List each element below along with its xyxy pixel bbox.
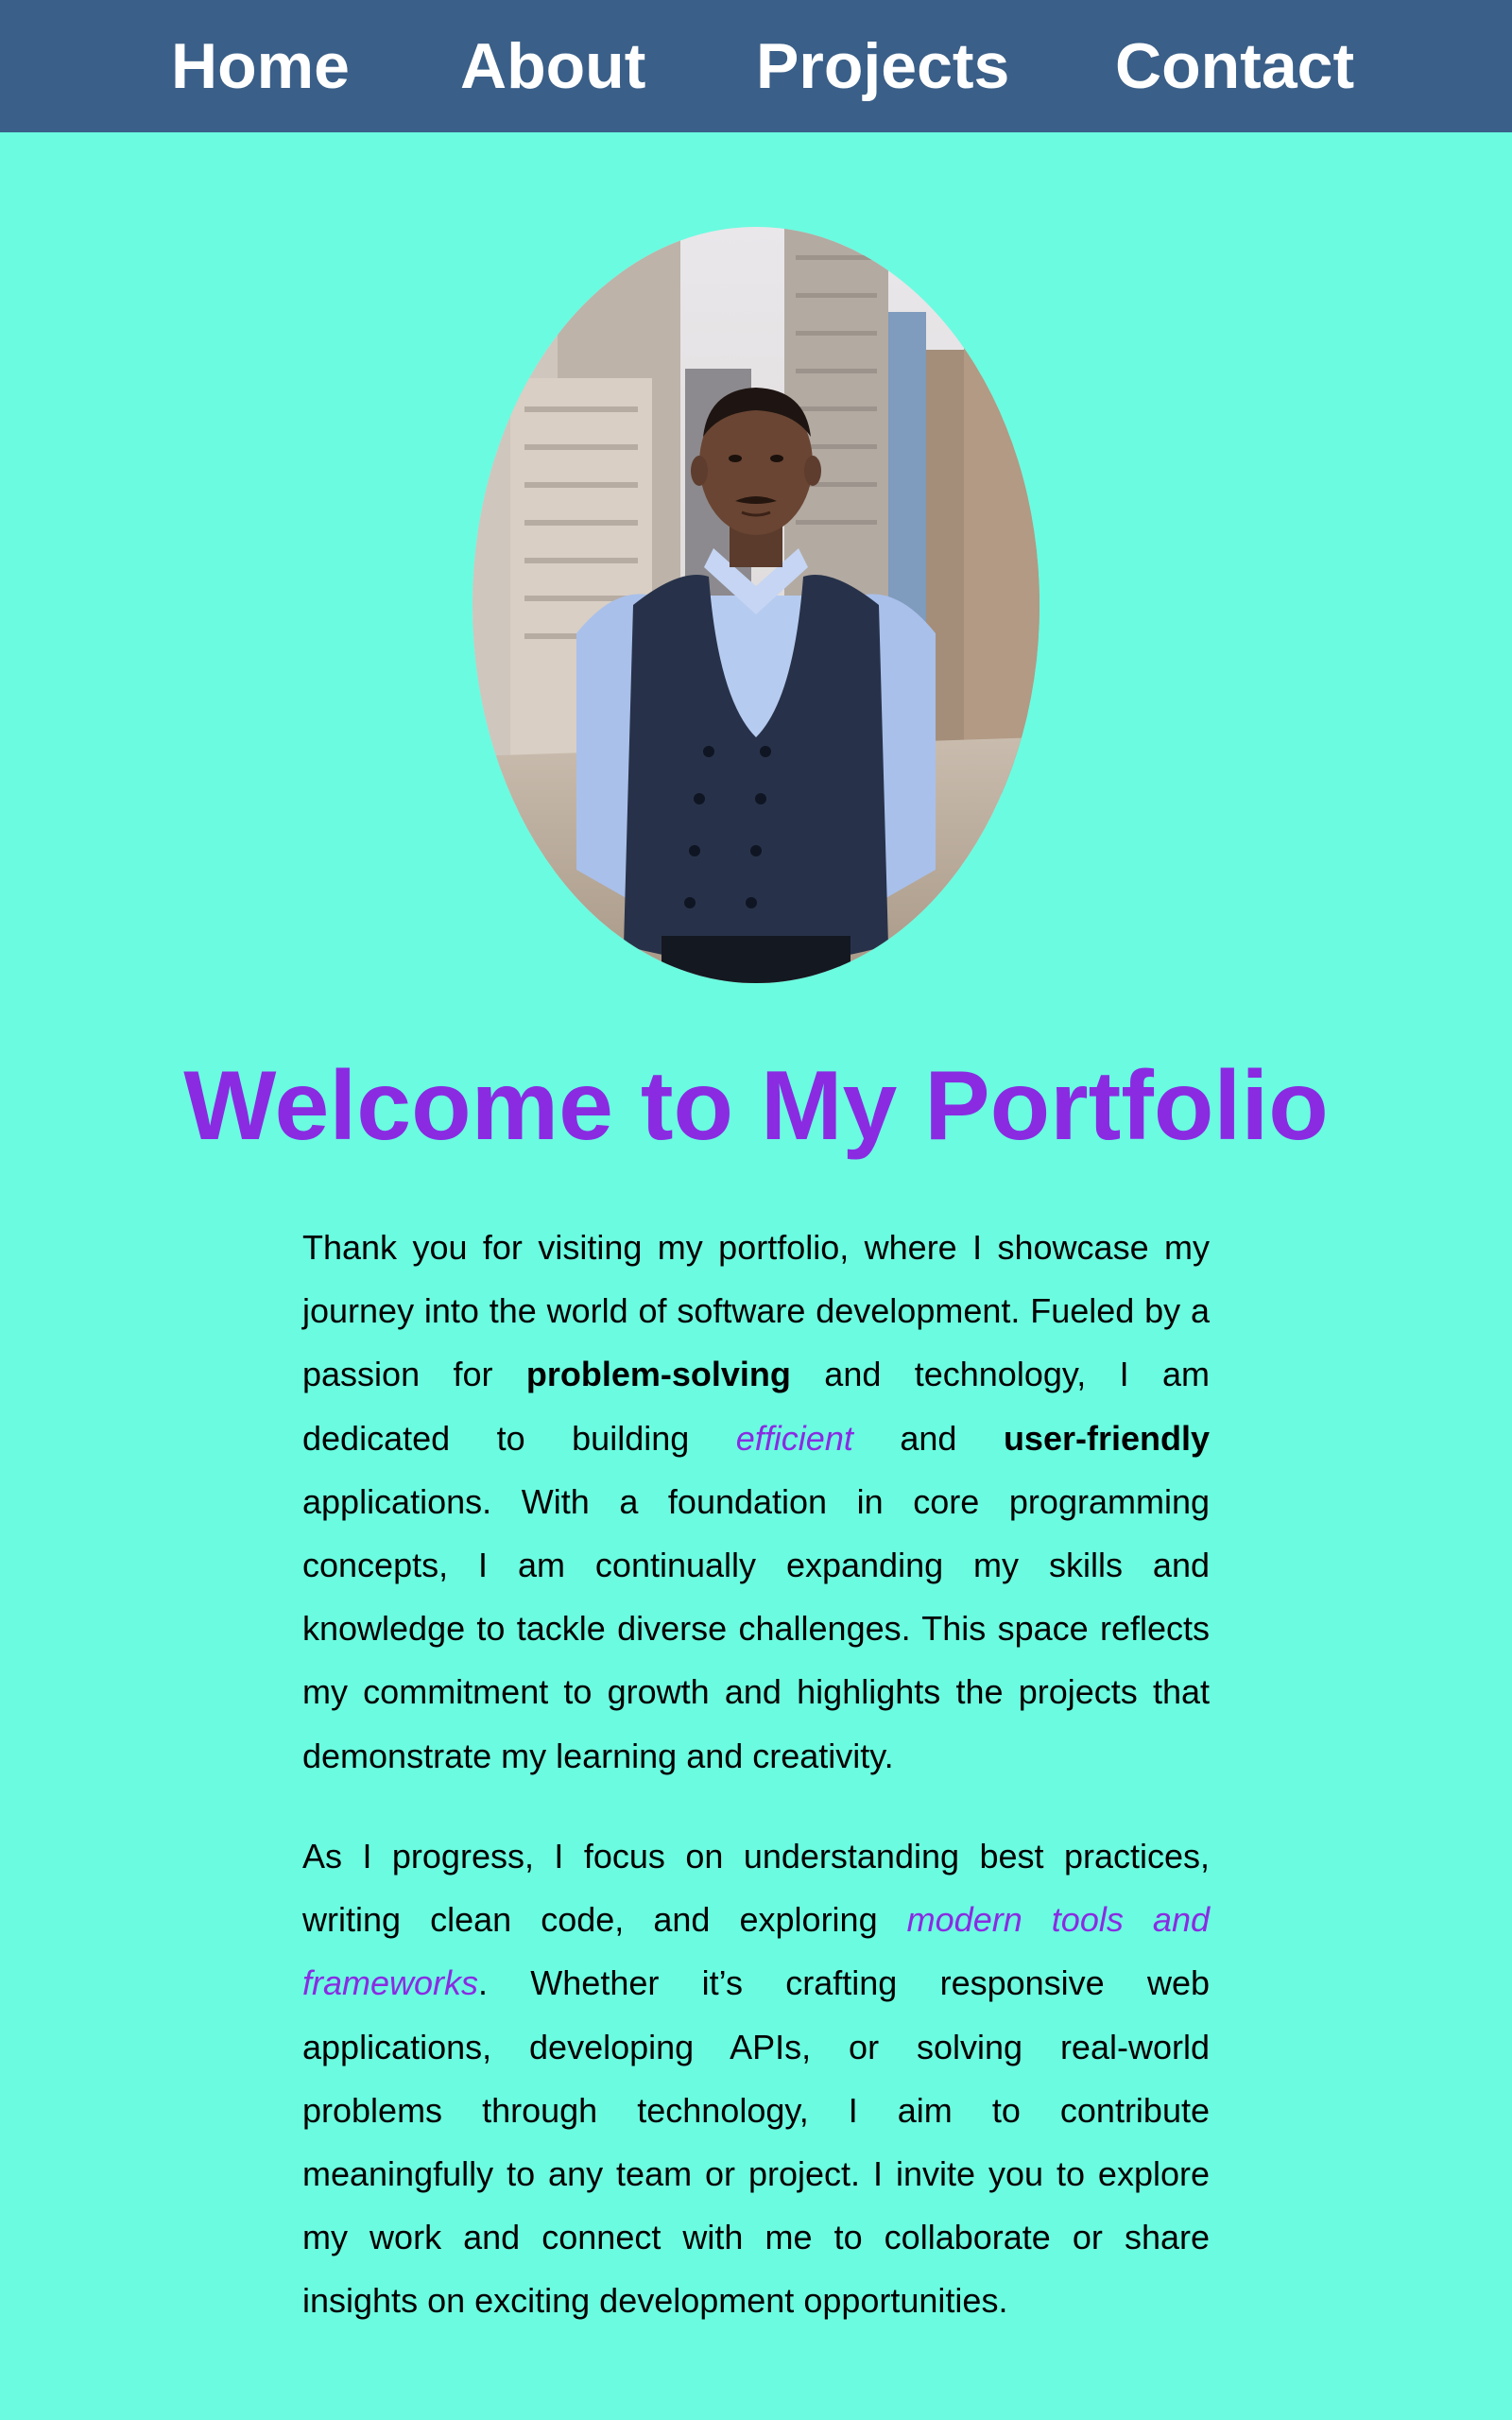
highlight-efficient: efficient (735, 1418, 853, 1458)
intro-text: and (852, 1418, 1004, 1458)
page-title: Welcome to My Portfolio (183, 1051, 1329, 1161)
bold-phrase-problem-solving: problem-solving (525, 1355, 791, 1394)
profile-photo (472, 227, 1040, 983)
intro-text: applications. With a foundation in core … (302, 1481, 1210, 1775)
top-navbar: Home About Projects Contact (0, 0, 1512, 132)
nav-link-home[interactable]: Home (171, 0, 350, 132)
nav-link-about[interactable]: About (460, 0, 645, 132)
nav-link-projects[interactable]: Projects (756, 0, 1009, 132)
nav-link-contact[interactable]: Contact (1115, 0, 1354, 132)
intro-paragraph-2: As I progress, I focus on understanding … (302, 1824, 1210, 2333)
intro-text: . Whether it’s crafting responsive web a… (302, 1963, 1210, 2321)
intro-paragraph-1: Thank you for visiting my portfolio, whe… (302, 1216, 1210, 1788)
bold-phrase-user-friendly: user-friendly (1003, 1418, 1210, 1458)
profile-photo-illustration (472, 227, 1040, 983)
